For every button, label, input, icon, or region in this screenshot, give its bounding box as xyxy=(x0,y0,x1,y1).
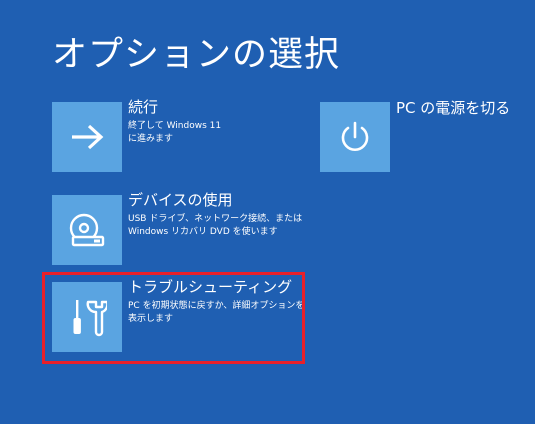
troubleshoot-option[interactable]: トラブルシューティング PC を初期状態に戻すか、詳細オプションを 表示します xyxy=(52,278,304,352)
use-device-title: デバイスの使用 xyxy=(128,191,233,209)
troubleshoot-title: トラブルシューティング xyxy=(128,278,293,296)
power-off-option[interactable]: PC の電源を切る xyxy=(320,99,520,172)
power-icon xyxy=(341,121,369,151)
use-device-description: USB ドライブ、ネットワーク接続、または Windows リカバリ DVD を… xyxy=(128,214,303,237)
continue-description: 終了して Windows 11 に進みます xyxy=(128,121,222,144)
power-off-title: PC の電源を切る xyxy=(396,99,511,117)
power-off-tile[interactable] xyxy=(320,102,390,172)
use-device-option[interactable]: デバイスの使用 USB ドライブ、ネットワーク接続、または Windows リカ… xyxy=(52,191,302,265)
troubleshoot-description: PC を初期状態に戻すか、詳細オプションを 表示します xyxy=(128,301,305,324)
arrow-right-icon xyxy=(72,124,104,150)
disc-drive-icon xyxy=(69,213,105,247)
tools-icon xyxy=(73,300,107,337)
use-device-tile[interactable] xyxy=(52,195,122,265)
continue-option[interactable]: 続行 終了して Windows 11 に進みます xyxy=(52,98,302,172)
page-title: オプションの選択 xyxy=(52,35,341,75)
troubleshoot-tile[interactable] xyxy=(52,282,122,352)
continue-title: 続行 xyxy=(128,98,159,116)
continue-tile[interactable] xyxy=(52,102,122,172)
